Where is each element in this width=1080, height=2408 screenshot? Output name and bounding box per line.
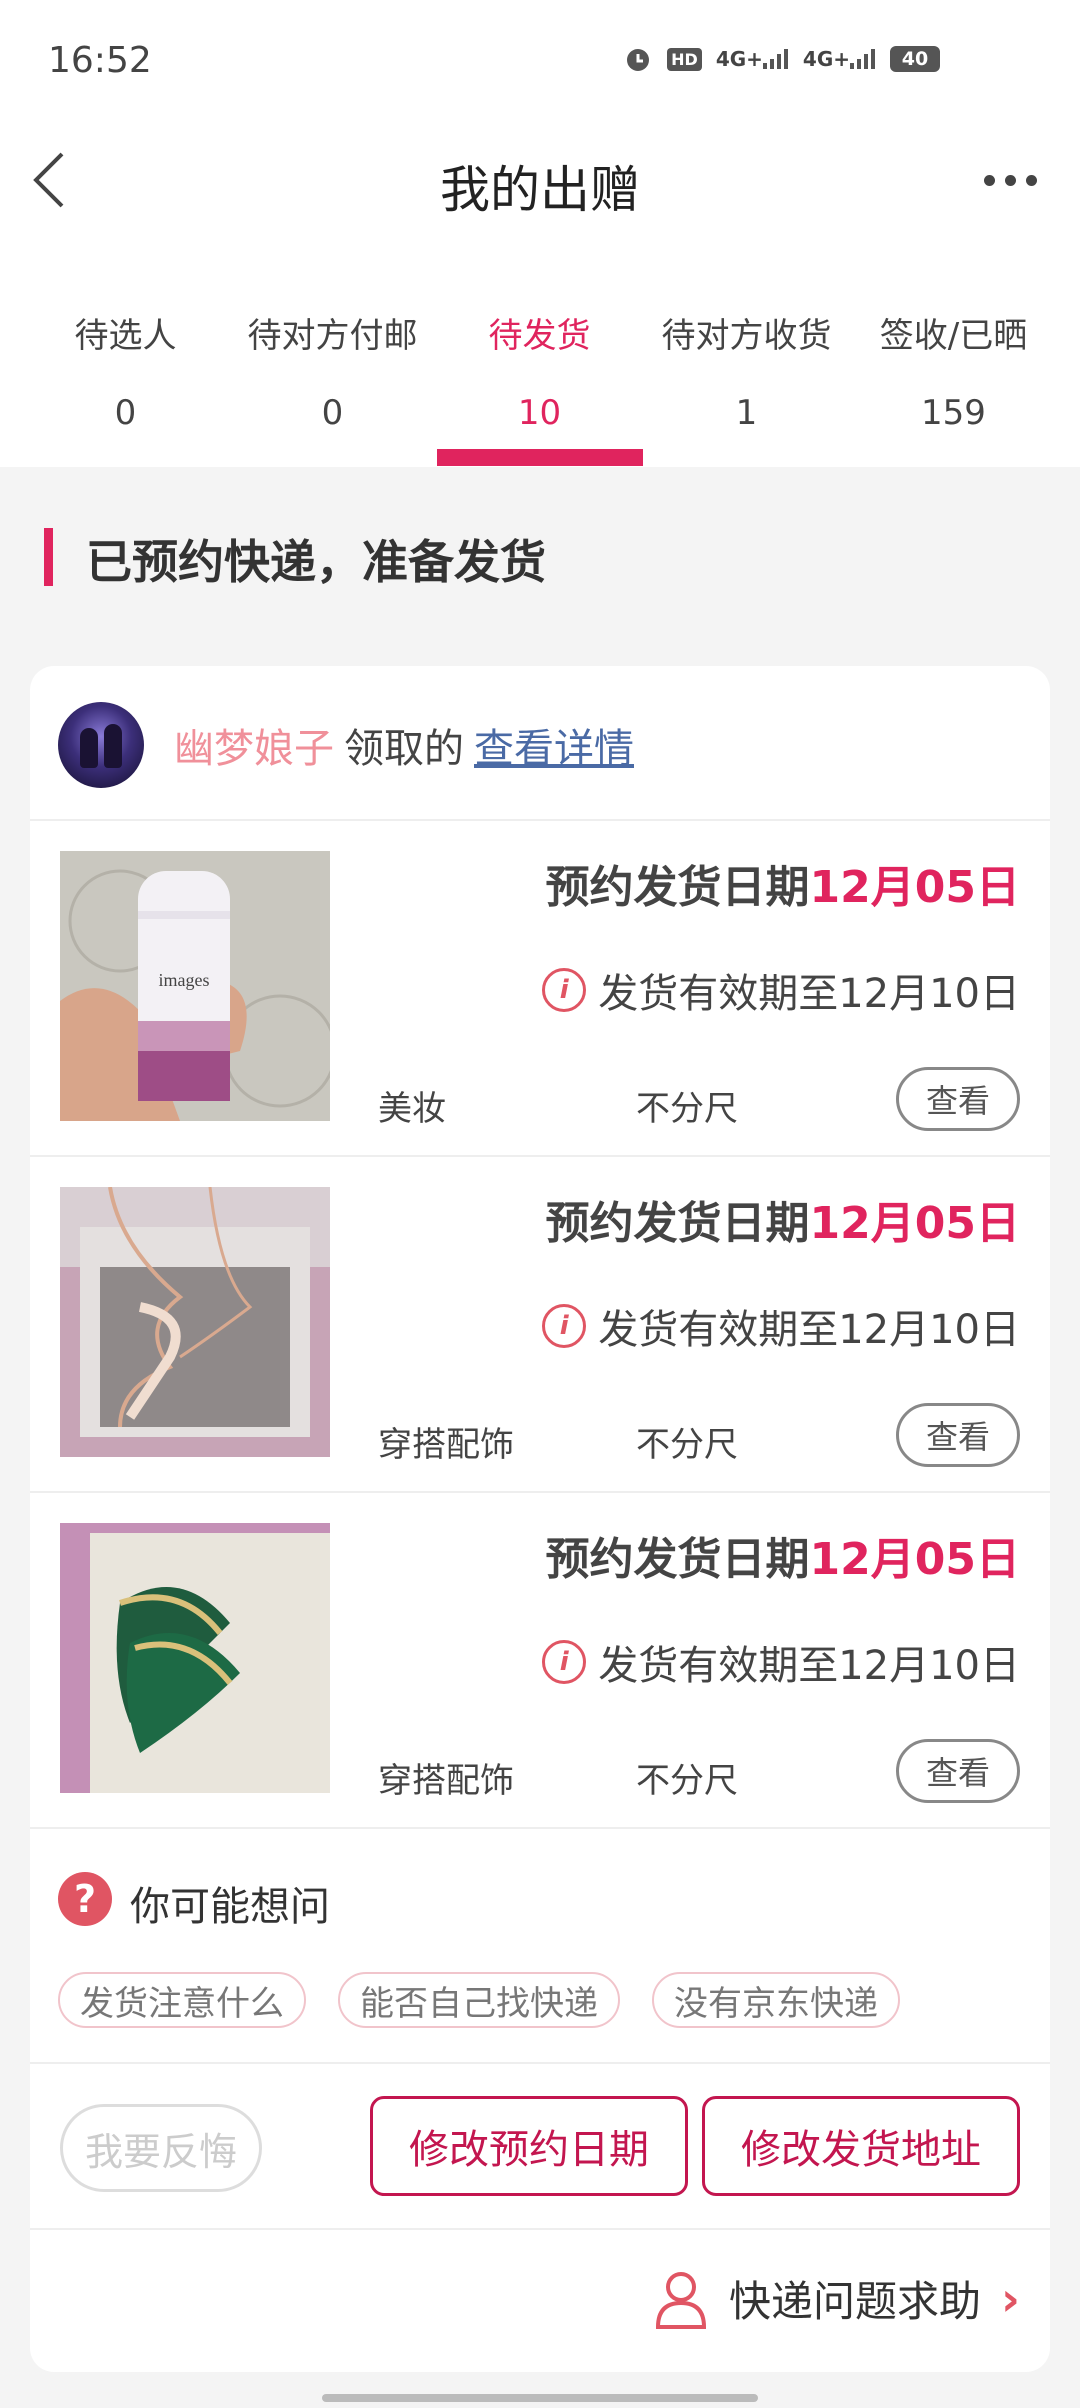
signal-icon: 4G+ (803, 47, 876, 71)
item-date-label: 预约发货日期 (545, 862, 810, 913)
tab-pending-ship[interactable]: 待发货 10 (436, 308, 643, 433)
section-accent-bar (44, 528, 53, 586)
item-thumbnail[interactable] (60, 1187, 330, 1457)
help-link[interactable]: 快递问题求助 › (653, 2268, 1020, 2329)
item-date-label: 预约发货日期 (545, 1534, 810, 1585)
tab-count: 159 (921, 393, 986, 433)
status-icons: HD 4G+ 4G+ 40 (623, 44, 940, 74)
item-date-value: 12月05日 (809, 862, 1020, 913)
item-validity: i 发货有效期至12月10日 (542, 961, 1020, 1019)
help-row[interactable]: 快递问题求助 › (30, 2230, 1050, 2372)
tab-pending-select[interactable]: 待选人 0 (22, 308, 229, 433)
view-button[interactable]: 查看 (896, 1739, 1020, 1803)
faq-chip[interactable]: 没有京东快递 (652, 1972, 900, 2028)
item-date: 预约发货日期12月05日 (546, 1187, 1020, 1251)
status-time: 16:52 (48, 40, 152, 81)
tab-label: 待发货 (488, 316, 591, 356)
question-icon: ? (58, 1872, 112, 1926)
signal-label: 4G+ (802, 47, 850, 71)
info-icon: i (542, 1640, 587, 1684)
faq-chips: 发货注意什么 能否自己找快递 没有京东快递 (58, 1972, 900, 2028)
view-button[interactable]: 查看 (896, 1067, 1020, 1131)
tab-count: 10 (517, 393, 562, 433)
item-validity-text: 发货有效期至12月10日 (598, 1307, 1020, 1353)
regret-button[interactable]: 我要反悔 (60, 2104, 262, 2192)
faq-title: 你可能想问 (130, 1884, 330, 1930)
section-title: 已预约快递，准备发货 (86, 535, 546, 589)
info-icon: i (542, 968, 587, 1012)
change-address-button[interactable]: 修改发货地址 (702, 2096, 1020, 2196)
giver-text: 幽梦娘子 领取的 查看详情 (174, 716, 634, 774)
faq-section: ? 你可能想问 发货注意什么 能否自己找快递 没有京东快递 (30, 1830, 1050, 2064)
more-button[interactable] (984, 170, 1040, 190)
item-validity: i 发货有效期至12月10日 (542, 1633, 1020, 1691)
header-area: 16:52 HD 4G+ 4G+ 40 我的出赠 待选人 0 待对方付邮 0 待… (0, 0, 1080, 467)
giver-name[interactable]: 幽梦娘子 (174, 726, 334, 772)
item-category: 穿搭配饰 (378, 1425, 514, 1465)
item-category: 穿搭配饰 (378, 1761, 514, 1801)
tab-pending-postage[interactable]: 待对方付邮 0 (229, 308, 436, 433)
tab-count: 0 (321, 393, 344, 433)
item-category: 美妆 (378, 1089, 446, 1129)
item-size: 不分尺 (636, 1089, 738, 1129)
page-title: 我的出赠 (440, 161, 640, 219)
home-indicator (322, 2394, 758, 2402)
giver-verb: 领取的 (344, 726, 464, 772)
list-item: 预约发货日期12月05日 i 发货有效期至12月10日 穿搭配饰 不分尺 查看 (30, 1493, 1050, 1829)
item-validity: i 发货有效期至12月10日 (542, 1297, 1020, 1355)
tab-received[interactable]: 签收/已晒 159 (850, 308, 1057, 433)
item-date-value: 12月05日 (809, 1534, 1020, 1585)
item-date-label: 预约发货日期 (545, 1198, 810, 1249)
avatar[interactable] (58, 702, 144, 788)
signal-label: 4G+ (715, 47, 763, 71)
more-dot-icon (984, 174, 995, 186)
gift-card: 幽梦娘子 领取的 查看详情 images 预约发货日期12月05日 i 发货有效期至1… (30, 666, 1050, 2372)
faq-chip[interactable]: 发货注意什么 (58, 1972, 306, 2028)
item-date: 预约发货日期12月05日 (546, 1523, 1020, 1587)
item-thumbnail[interactable] (60, 1523, 330, 1793)
item-date: 预约发货日期12月05日 (546, 851, 1020, 915)
tab-label: 待对方收货 (661, 316, 832, 356)
item-date-value: 12月05日 (809, 1198, 1020, 1249)
item-size: 不分尺 (636, 1761, 738, 1801)
more-dot-icon (1005, 174, 1016, 186)
action-bar: 我要反悔 修改预约日期 修改发货地址 (30, 2064, 1050, 2230)
item-size: 不分尺 (636, 1425, 738, 1465)
list-item: 预约发货日期12月05日 i 发货有效期至12月10日 穿搭配饰 不分尺 查看 (30, 1157, 1050, 1493)
change-date-button[interactable]: 修改预约日期 (370, 2096, 688, 2196)
faq-chip[interactable]: 能否自己找快递 (338, 1972, 620, 2028)
more-dot-icon (1026, 174, 1037, 186)
giver-row: 幽梦娘子 领取的 查看详情 (30, 666, 1050, 821)
info-icon: i (542, 1304, 587, 1348)
chevron-right-icon: › (1001, 2271, 1020, 2326)
alarm-icon (623, 44, 653, 74)
tab-pending-receive[interactable]: 待对方收货 1 (643, 308, 850, 433)
view-details-link[interactable]: 查看详情 (474, 726, 634, 772)
hd-icon: HD (667, 47, 702, 71)
item-validity-text: 发货有效期至12月10日 (598, 1643, 1020, 1689)
view-button[interactable]: 查看 (896, 1403, 1020, 1467)
tab-count: 0 (114, 393, 137, 433)
tab-indicator (437, 449, 643, 466)
tab-label: 签收/已晒 (879, 316, 1028, 356)
svg-text:images: images (159, 970, 210, 990)
help-label: 快递问题求助 (729, 2277, 982, 2326)
tab-label: 待对方付邮 (247, 316, 418, 356)
list-item: images 预约发货日期12月05日 i 发货有效期至12月10日 美妆 不分尺… (30, 821, 1050, 1157)
tab-count: 1 (735, 393, 758, 433)
item-validity-text: 发货有效期至12月10日 (598, 971, 1020, 1017)
tab-label: 待选人 (74, 316, 177, 356)
person-icon (653, 2269, 709, 2329)
item-thumbnail[interactable]: images (60, 851, 330, 1121)
battery-icon: 40 (890, 46, 940, 72)
signal-icon: 4G+ (716, 47, 789, 71)
